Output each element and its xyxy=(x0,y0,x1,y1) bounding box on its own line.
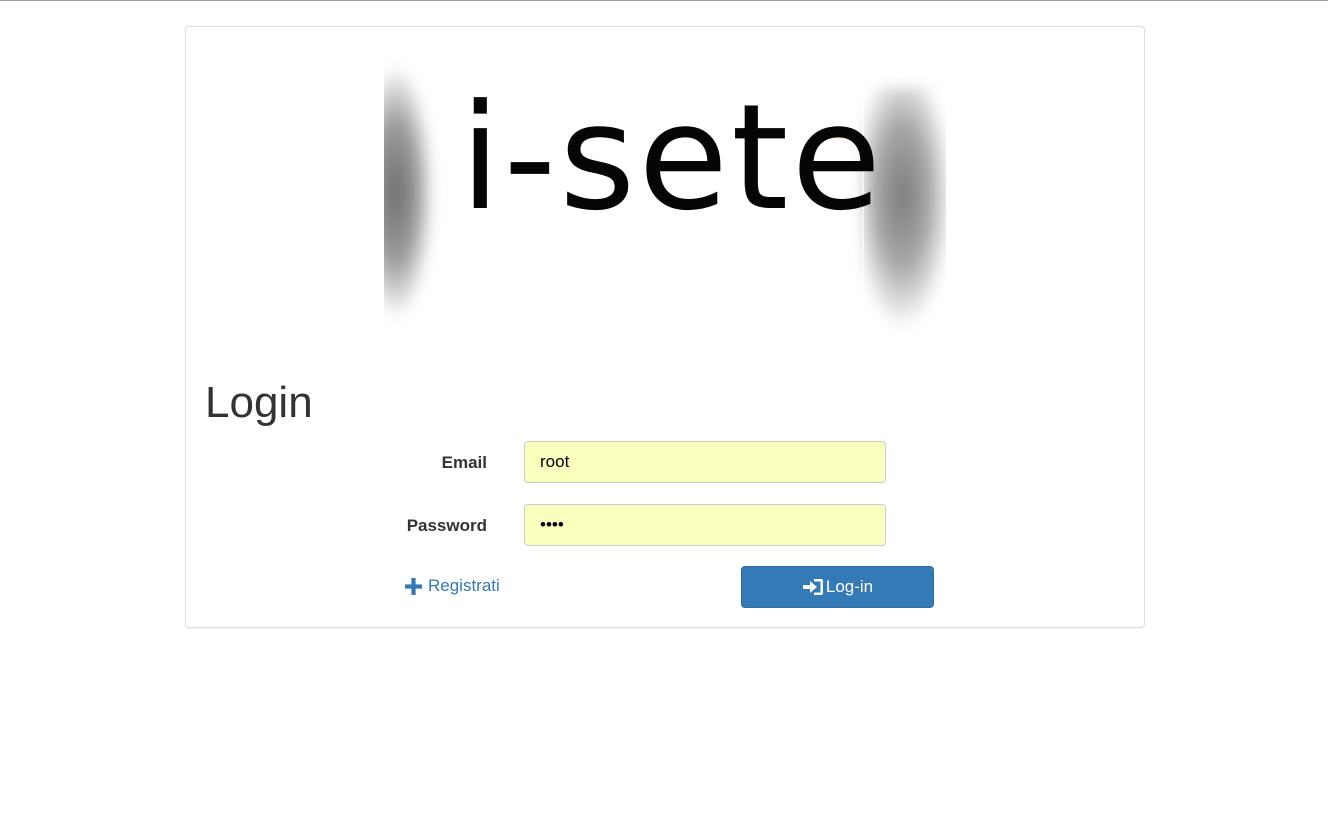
page-title: Login xyxy=(205,378,313,427)
top-divider xyxy=(0,0,1328,1)
password-label: Password xyxy=(406,516,487,535)
register-link[interactable]: Registrati xyxy=(405,576,500,596)
login-panel: i-sete Login Email Password Registrati L… xyxy=(185,26,1145,628)
plus-icon xyxy=(405,577,422,595)
password-field[interactable] xyxy=(524,504,886,546)
site-logo: i-sete xyxy=(384,47,946,337)
logo-wordmark: i-sete xyxy=(460,73,885,243)
log-in-button[interactable]: Log-in xyxy=(741,566,934,608)
logo-blur-left xyxy=(384,67,434,317)
log-in-icon xyxy=(802,579,823,595)
register-label: Registrati xyxy=(428,576,500,595)
email-field[interactable] xyxy=(524,441,886,483)
log-in-label: Log-in xyxy=(825,577,874,596)
email-label: Email xyxy=(441,453,487,472)
